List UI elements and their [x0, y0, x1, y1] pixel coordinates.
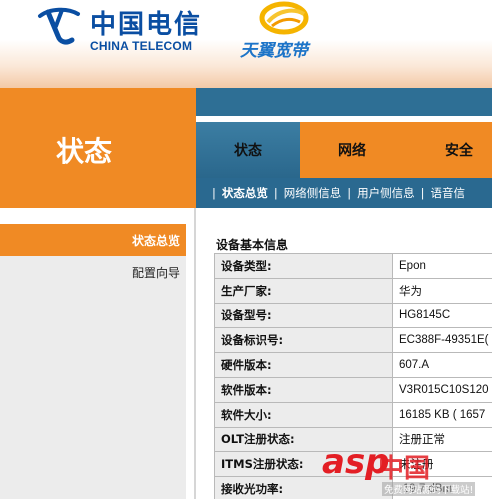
- subnav-separator: |: [420, 186, 425, 200]
- table-row: 设备型号: HG8145C: [214, 302, 492, 329]
- tab-security[interactable]: 安全: [404, 122, 492, 178]
- info-value: 16185 KB ( 1657: [392, 401, 492, 428]
- info-value: V3R015C10S120: [392, 376, 492, 403]
- subnav-separator: |: [273, 186, 278, 200]
- table-row: 生产厂家: 华为: [214, 277, 492, 304]
- watermark-subtitle: 免费网站源码下载站!: [382, 482, 476, 496]
- info-label: 硬件版本:: [214, 352, 393, 378]
- watermark-cn-text: 中国: [378, 454, 431, 484]
- section-title: 设备基本信息: [216, 238, 289, 252]
- table-row: 软件大小: 16185 KB ( 1657: [214, 401, 492, 428]
- tab-network[interactable]: 网络: [300, 122, 404, 178]
- brand-header: 中国电信 CHINA TELECOM 天翼宽带: [0, 0, 492, 88]
- table-row: 软件版本: V3R015C10S120: [214, 376, 492, 403]
- info-label: 设备类型:: [214, 253, 393, 279]
- info-value: HG8145C: [392, 302, 492, 329]
- tianyi-logo-icon: [259, 1, 309, 35]
- info-label: 软件版本:: [214, 376, 393, 403]
- table-row: 硬件版本: 607.A: [214, 352, 492, 378]
- page-title: 状态: [56, 135, 113, 168]
- info-label: 生产厂家:: [214, 277, 393, 304]
- subnav-user-info[interactable]: 用户侧信息: [357, 185, 415, 201]
- china-telecom-logo-icon: [38, 7, 80, 45]
- info-value: 华为: [392, 277, 492, 304]
- sidebar-divider: [194, 208, 196, 499]
- site-watermark: asp 中国 免费网站源码下载站!: [322, 442, 492, 499]
- subnav-separator: |: [347, 186, 352, 200]
- china-telecom-english-name: CHINA TELECOM: [90, 39, 193, 53]
- sidebar-item-config-wizard[interactable]: 配置向导: [0, 256, 186, 288]
- subnav-status-overview[interactable]: 状态总览: [222, 185, 268, 201]
- subnav-voice-info[interactable]: 语音信: [431, 185, 466, 201]
- table-row: 设备类型: Epon: [214, 253, 492, 279]
- info-value: EC388F-49351E(: [392, 327, 492, 354]
- nav-top-stripe: [196, 88, 492, 116]
- subnav-network-info[interactable]: 网络侧信息: [284, 185, 342, 201]
- info-value: Epon: [392, 253, 492, 279]
- tab-status[interactable]: 状态: [196, 122, 300, 178]
- sub-navigation: | 状态总览 | 网络侧信息 | 用户侧信息 | 语音信: [196, 178, 492, 208]
- subnav-separator: |: [212, 186, 216, 200]
- info-label: 软件大小:: [214, 401, 393, 428]
- info-value: 607.A: [392, 352, 492, 378]
- info-label: 设备标识号:: [214, 327, 393, 354]
- table-row: 设备标识号: EC388F-49351E(: [214, 327, 492, 354]
- info-label: 设备型号:: [214, 302, 393, 329]
- sidebar-gap: [0, 208, 196, 224]
- china-telecom-chinese-name: 中国电信: [90, 10, 203, 40]
- sidebar-item-status-overview[interactable]: 状态总览: [0, 224, 186, 256]
- tianyi-broadband-name: 天翼宽带: [240, 41, 308, 61]
